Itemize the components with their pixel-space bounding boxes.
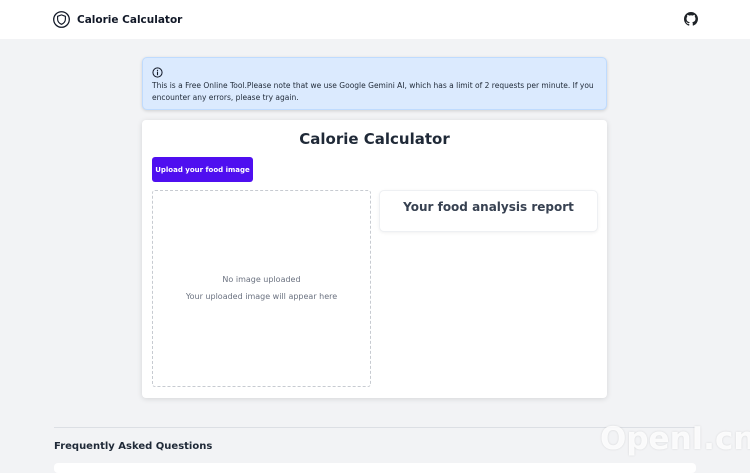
brand[interactable]: Calorie Calculator — [53, 11, 182, 28]
notice-text: This is a Free Online Tool.Please note t… — [152, 81, 594, 102]
github-link[interactable] — [684, 12, 698, 26]
empty-state-hint: Your uploaded image will appear here — [185, 292, 338, 301]
faq-heading: Frequently Asked Questions — [54, 441, 213, 452]
report-title: Your food analysis report — [403, 200, 574, 214]
empty-state-title: No image uploaded — [222, 275, 301, 284]
shield-heart-icon — [53, 11, 70, 28]
upload-image-button[interactable]: Upload your food image — [152, 157, 253, 182]
info-notice: This is a Free Online Tool.Please note t… — [142, 57, 607, 110]
page-title: Calorie Calculator — [299, 130, 450, 148]
faq-item[interactable] — [54, 463, 696, 473]
github-icon — [684, 12, 698, 26]
image-dropzone[interactable]: No image uploaded Your uploaded image wi… — [152, 190, 371, 387]
info-icon — [152, 67, 163, 78]
calculator-card: Calorie Calculator Upload your food imag… — [142, 120, 607, 398]
watermark-logo: OpenI.cn — [600, 421, 750, 457]
analysis-report-panel: Your food analysis report — [379, 190, 598, 232]
app-title: Calorie Calculator — [77, 13, 183, 26]
top-navbar: Calorie Calculator — [0, 0, 750, 39]
